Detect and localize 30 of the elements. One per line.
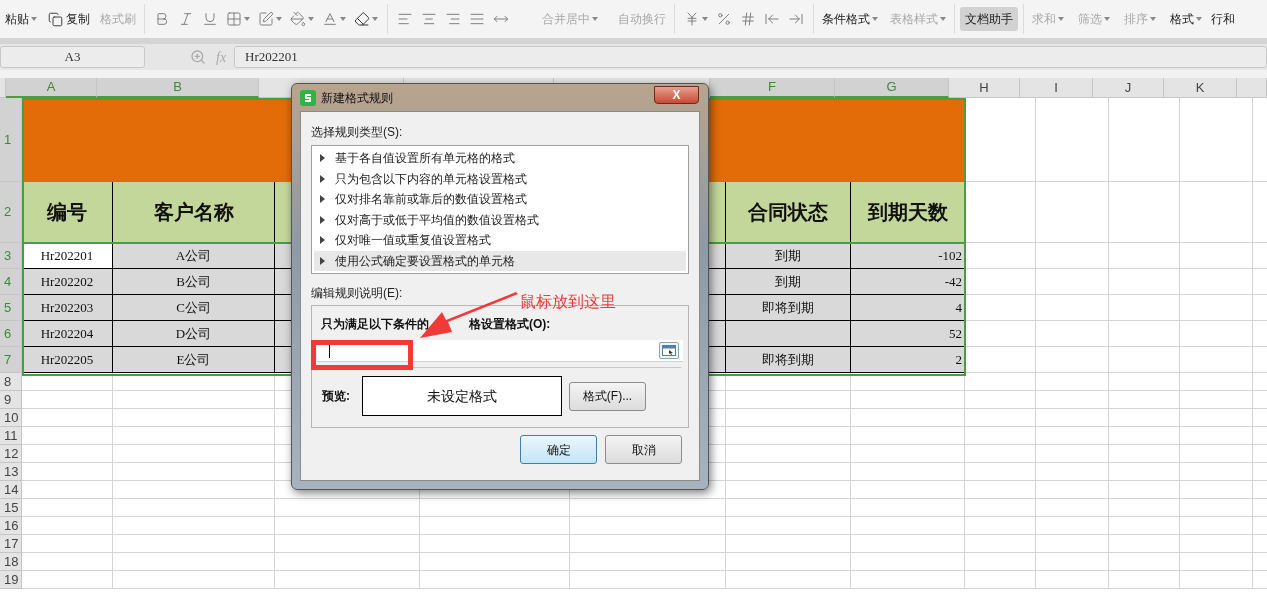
header-cell: 客户名称: [113, 182, 275, 243]
table-cell: Hr202204: [22, 321, 113, 347]
table-cell: 即将到期: [726, 295, 851, 321]
table-cell: B公司: [113, 269, 275, 295]
table-cell: 到期: [726, 269, 851, 295]
table-cell: 到期: [726, 243, 851, 269]
table-cell: Hr202202: [22, 269, 113, 295]
header-cell: 编号: [22, 182, 113, 243]
table-cell: D公司: [113, 321, 275, 347]
table-cell: C公司: [113, 295, 275, 321]
table-cell: 即将到期: [726, 347, 851, 373]
preview-box: 未设定格式: [362, 376, 562, 416]
condition-label: 只为满足以下条件的: [320, 316, 429, 333]
table-cell: Hr202203: [22, 295, 113, 321]
section-label: 选择规则类型(S):: [311, 124, 404, 140]
header-cell: 合同状态: [726, 182, 851, 243]
table-cell: A公司: [113, 243, 275, 269]
table-cell: 2: [851, 347, 965, 373]
header-cell: 到期天数: [851, 182, 965, 243]
condition-label: 格设置格式(O):: [469, 316, 551, 333]
table-cell: E公司: [113, 347, 275, 373]
table-cell: Hr202201: [22, 243, 113, 269]
table-cell: Hr202205: [22, 347, 113, 373]
preview-label: 预览:: [322, 388, 350, 405]
dialog-title: 新建格式规则: [321, 89, 393, 107]
table-cell: 52: [851, 321, 965, 347]
table-cell: 4: [851, 295, 965, 321]
table-cell: -42: [851, 269, 965, 295]
table-cell: -102: [851, 243, 965, 269]
annotation-text: 鼠标放到这里: [520, 292, 616, 312]
